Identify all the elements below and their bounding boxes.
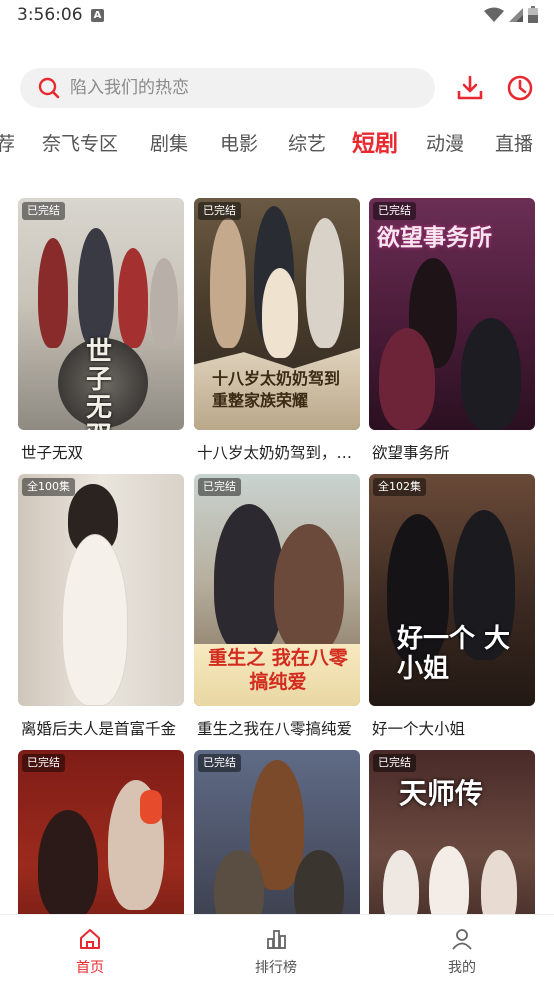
bottom-nav: 首页 排行榜 我的 xyxy=(0,914,554,985)
status-badge: 已完结 xyxy=(373,754,416,772)
status-badge: 已完结 xyxy=(198,754,241,772)
tab-live[interactable]: 直播 xyxy=(495,126,533,162)
user-icon xyxy=(452,929,472,950)
status-badge: 已完结 xyxy=(198,478,241,496)
poster-image[interactable]: 好一个 大小姐 全102集 xyxy=(369,474,535,706)
status-badge: 全100集 xyxy=(22,478,75,496)
tab-recommend[interactable]: 荐 xyxy=(0,126,15,162)
poster-image[interactable]: 欲望事务所 已完结 xyxy=(369,198,535,430)
clock-icon[interactable] xyxy=(506,74,534,102)
tab-variety[interactable]: 综艺 xyxy=(288,126,326,162)
status-time: 3:56:06 xyxy=(17,5,83,25)
wifi-icon xyxy=(484,7,504,22)
status-bar: 3:56:06 A xyxy=(0,0,554,32)
poster-image[interactable]: 全100集 xyxy=(18,474,184,706)
poster-title-text: 十八岁太奶奶驾到 重整家族荣耀 xyxy=(212,369,341,410)
battery-icon xyxy=(528,6,538,23)
search-input[interactable] xyxy=(70,68,420,108)
nav-profile-label: 我的 xyxy=(448,960,476,976)
nav-profile[interactable]: 我的 xyxy=(402,927,522,977)
tab-series[interactable]: 剧集 xyxy=(150,126,188,162)
search-row xyxy=(0,68,554,110)
search-bar[interactable] xyxy=(20,68,435,108)
poster-title-text: 好一个 大小姐 xyxy=(397,624,511,684)
signal-icon xyxy=(509,7,523,22)
card-title[interactable]: 好一个大小姐 xyxy=(372,717,535,739)
tab-short-drama[interactable]: 短剧 xyxy=(352,126,398,162)
nav-home[interactable]: 首页 xyxy=(30,927,150,977)
home-icon xyxy=(80,929,100,949)
tab-anime[interactable]: 动漫 xyxy=(426,126,464,162)
notification-icon: A xyxy=(91,9,104,22)
download-icon[interactable] xyxy=(456,74,484,102)
nav-ranking-label: 排行榜 xyxy=(255,960,297,976)
tab-netflix[interactable]: 奈飞专区 xyxy=(42,126,118,162)
status-icons xyxy=(484,6,538,23)
status-badge: 已完结 xyxy=(373,202,416,220)
card-title[interactable]: 世子无双 xyxy=(21,441,184,463)
nav-home-label: 首页 xyxy=(76,960,104,976)
poster-title-text: 欲望事务所 xyxy=(377,224,492,251)
search-icon xyxy=(38,77,60,99)
status-badge: 全102集 xyxy=(373,478,426,496)
tab-movies[interactable]: 电影 xyxy=(220,126,258,162)
poster-title-text: 天师传 xyxy=(399,777,484,810)
category-tabs: 荐 奈飞专区 剧集 电影 综艺 短剧 动漫 直播 xyxy=(0,126,554,166)
card-title[interactable]: 十八岁太奶奶驾到，重整家族荣耀 xyxy=(197,441,360,463)
poster-title-text: 重生之 我在八零搞纯爱 xyxy=(208,647,348,693)
poster-title-text: 世子无双 xyxy=(86,337,113,430)
card-title[interactable]: 离婚后夫人是首富千金 xyxy=(21,717,184,739)
poster-image[interactable]: 重生之 我在八零搞纯爱 已完结 xyxy=(194,474,360,706)
card-title[interactable]: 欲望事务所 xyxy=(372,441,535,463)
poster-image[interactable]: 十八岁太奶奶驾到 重整家族荣耀 已完结 xyxy=(194,198,360,430)
status-badge: 已完结 xyxy=(22,202,65,220)
status-badge: 已完结 xyxy=(22,754,65,772)
status-badge: 已完结 xyxy=(198,202,241,220)
bar-chart-icon xyxy=(267,930,286,949)
nav-ranking[interactable]: 排行榜 xyxy=(216,927,336,977)
poster-image[interactable]: 世子无双 已完结 xyxy=(18,198,184,430)
card-title[interactable]: 重生之我在八零搞纯爱 xyxy=(197,717,360,739)
